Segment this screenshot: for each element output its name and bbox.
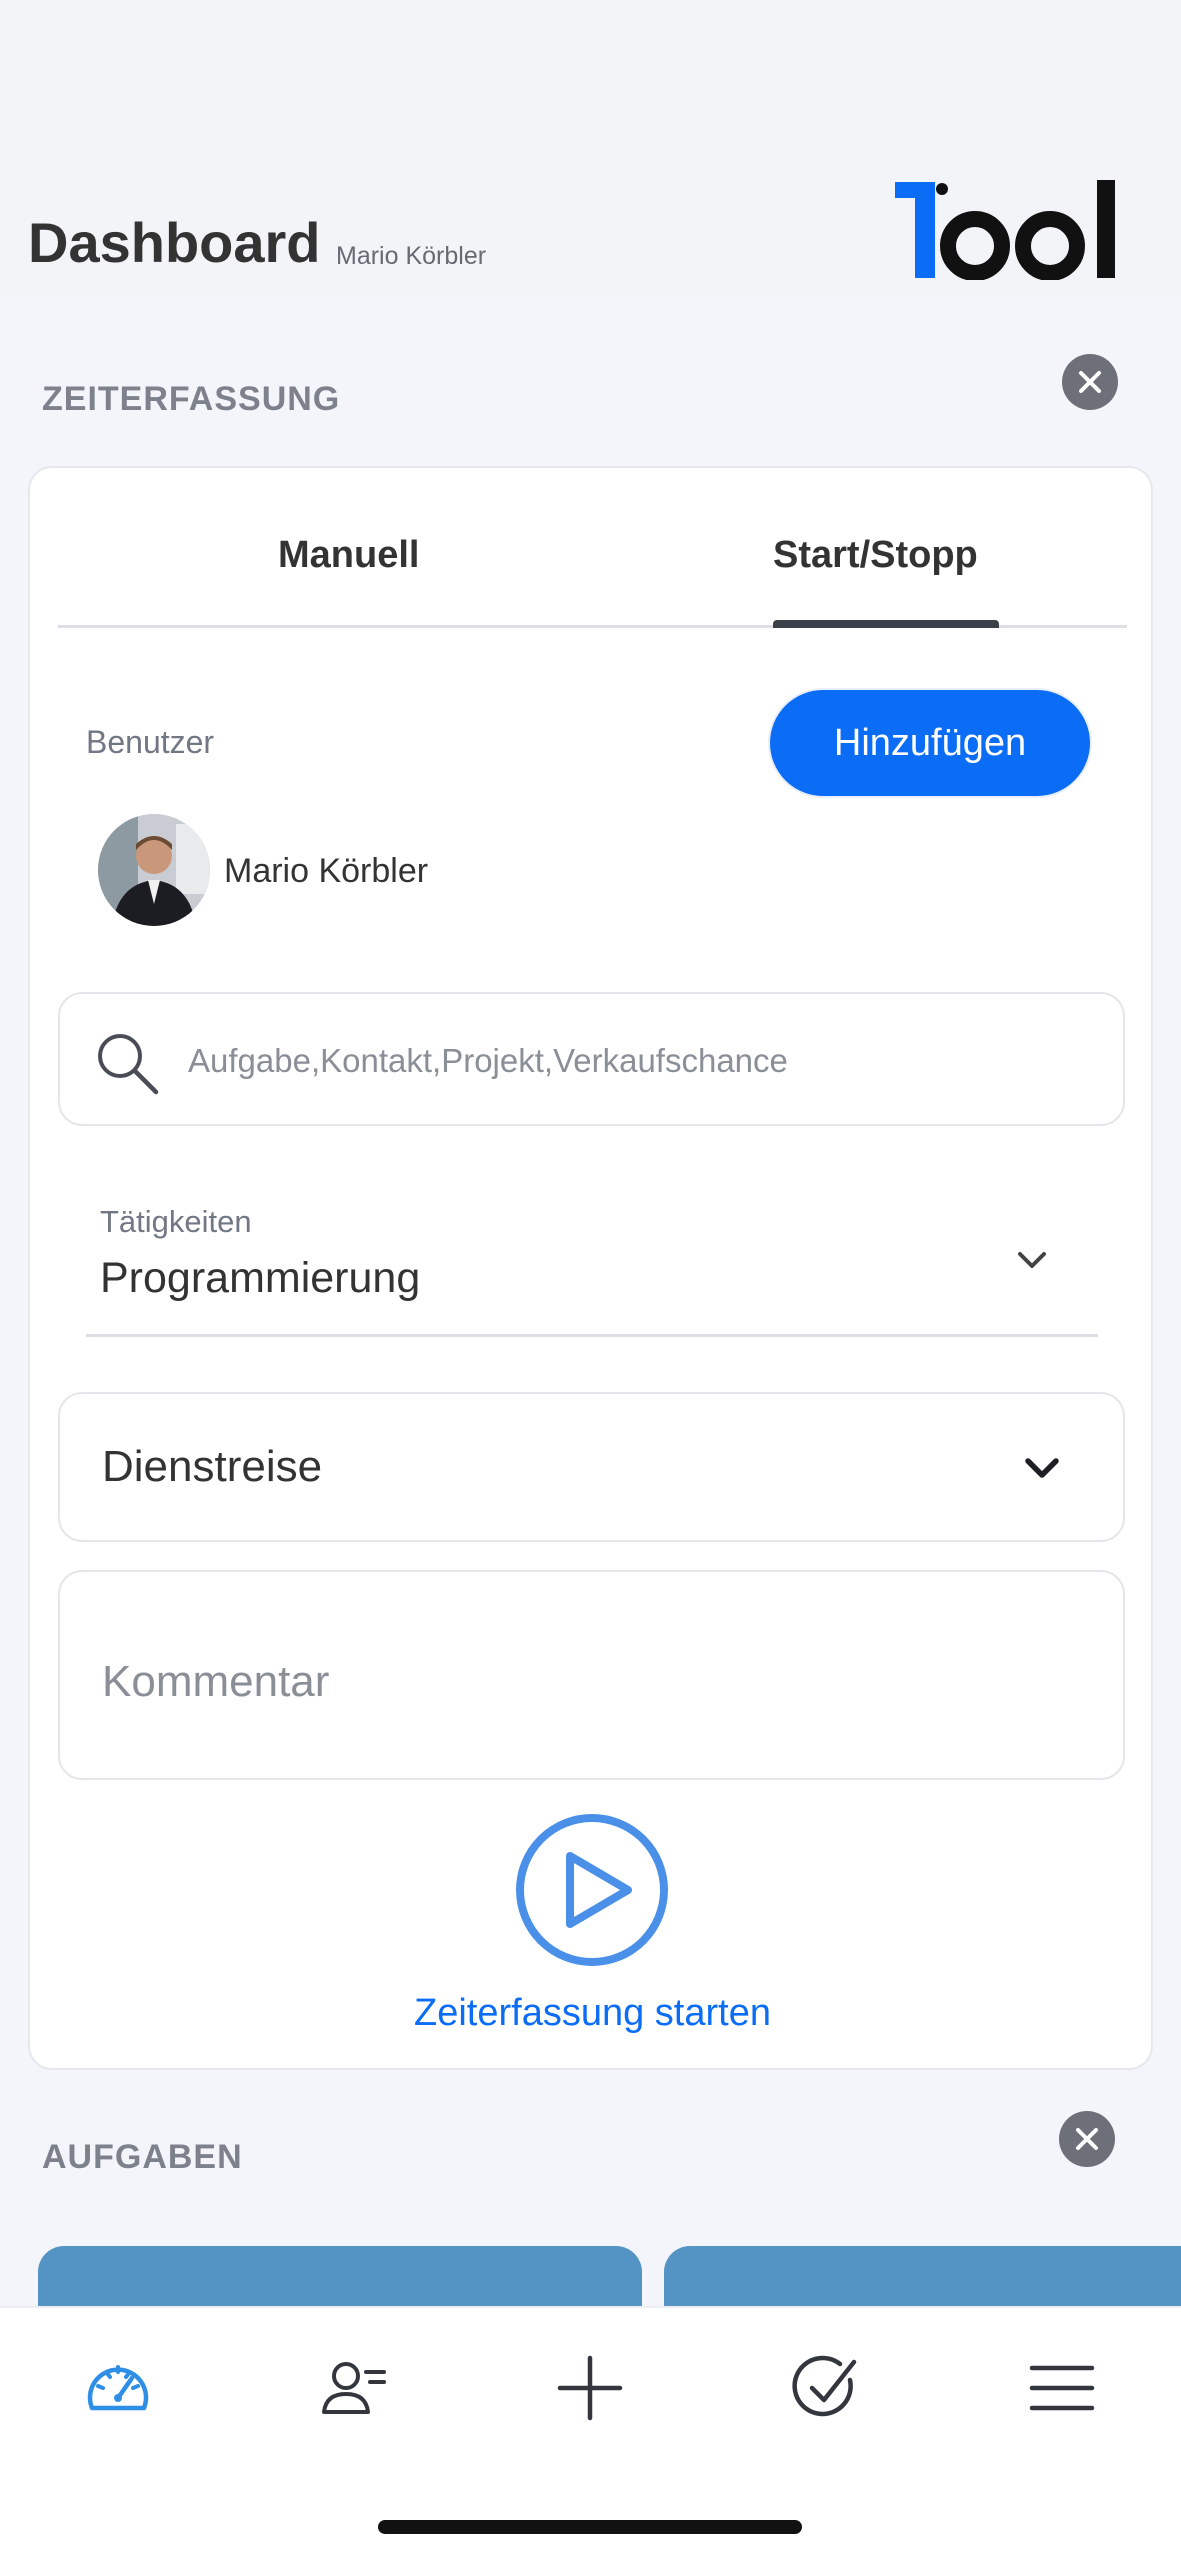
chevron-down-icon xyxy=(1025,1458,1059,1478)
home-indicator[interactable] xyxy=(378,2520,802,2534)
tab-bar: Manuell Start/Stopp xyxy=(58,468,1127,628)
contacts-icon xyxy=(322,2362,386,2414)
nav-menu[interactable] xyxy=(1022,2348,1102,2428)
add-user-button[interactable]: Hinzufügen xyxy=(768,688,1092,798)
menu-icon xyxy=(1029,2365,1095,2411)
time-tracking-card: Manuell Start/Stopp Benutzer Hinzufügen … xyxy=(28,466,1153,2070)
section-title-aufgaben: AUFGABEN xyxy=(42,2138,243,2176)
comment-box[interactable] xyxy=(58,1570,1125,1780)
comment-input[interactable] xyxy=(102,1652,1082,1712)
activity-dropdown[interactable]: Programmierung xyxy=(100,1254,420,1303)
activity-underline xyxy=(86,1334,1098,1337)
play-button-icon[interactable] xyxy=(514,1812,670,1968)
close-icon xyxy=(1079,371,1101,393)
start-time-tracking-link[interactable]: Zeiterfassung starten xyxy=(30,1992,1155,2035)
selected-user-name[interactable]: Mario Körbler xyxy=(224,852,428,891)
travel-select-value: Dienstreise xyxy=(102,1442,323,1491)
header-user-name: Mario Körbler xyxy=(336,242,487,270)
travel-select[interactable]: Dienstreise xyxy=(58,1392,1125,1542)
active-tab-indicator xyxy=(773,620,999,628)
close-aufgaben-button[interactable] xyxy=(1059,2111,1115,2167)
nav-add[interactable] xyxy=(550,2348,630,2428)
section-title-zeiterfassung: ZEITERFASSUNG xyxy=(42,380,341,418)
close-zeiterfassung-button[interactable] xyxy=(1062,354,1118,410)
avatar xyxy=(98,814,210,926)
tab-start-stopp[interactable]: Start/Stopp xyxy=(773,534,978,577)
page-title: Dashboard xyxy=(28,211,321,274)
close-icon xyxy=(1076,2128,1098,2150)
app-screen: Dashboard Mario Körbler ZEITERFASSUNG Ma… xyxy=(0,0,1181,2560)
plus-icon xyxy=(557,2355,623,2421)
tab-manuell[interactable]: Manuell xyxy=(278,534,419,577)
dashboard-gauge-icon xyxy=(87,2365,149,2411)
activity-label: Tätigkeiten xyxy=(100,1204,252,1239)
tasks-check-icon xyxy=(792,2355,857,2417)
chevron-down-icon[interactable] xyxy=(1014,1242,1050,1278)
search-input[interactable] xyxy=(188,1034,1088,1088)
search-box[interactable] xyxy=(58,992,1125,1126)
nav-dashboard[interactable] xyxy=(78,2348,158,2428)
search-icon xyxy=(98,1034,159,1095)
nav-tasks[interactable] xyxy=(786,2348,866,2428)
user-label: Benutzer xyxy=(86,724,215,760)
tool-logo xyxy=(895,180,1115,280)
header: Dashboard Mario Körbler xyxy=(0,0,1181,300)
nav-contacts[interactable] xyxy=(314,2348,394,2428)
